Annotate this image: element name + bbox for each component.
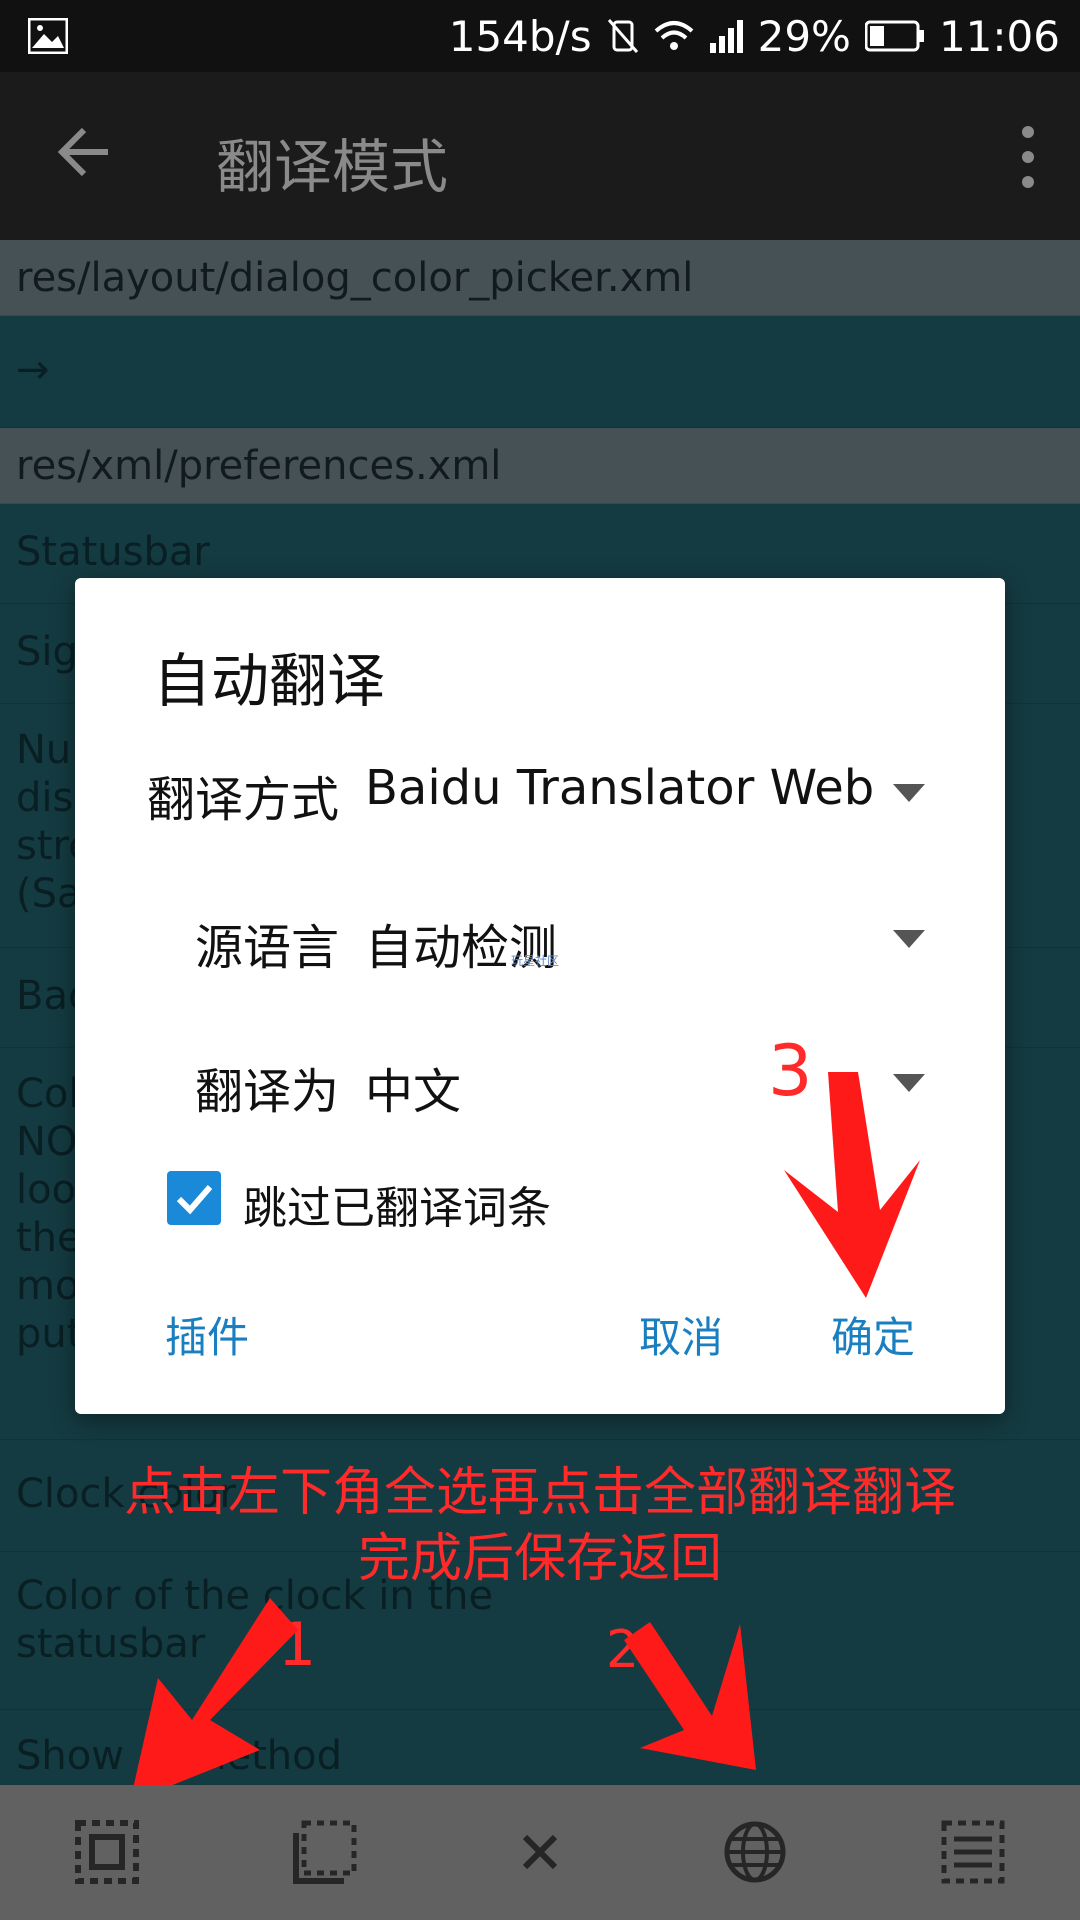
ok-button[interactable]: 确定 <box>831 1304 915 1365</box>
overflow-menu-icon[interactable] <box>1018 122 1038 192</box>
checkmark-icon <box>176 1185 213 1215</box>
globe-icon[interactable] <box>720 1817 790 1887</box>
method-select[interactable]: Baidu Translator Web <box>365 760 874 816</box>
source-language-label: 源语言 <box>195 920 340 976</box>
network-speed: 154b/s <box>448 11 592 61</box>
instruction-line-2: 完成后保存返回 <box>357 1529 722 1589</box>
plugin-button[interactable]: 插件 <box>165 1304 249 1365</box>
annotation-arrow-2 <box>624 1622 756 1770</box>
cancel-button[interactable]: 取消 <box>639 1304 723 1365</box>
status-right: 154b/s 29% 11:06 <box>449 10 1060 62</box>
method-dropdown-icon[interactable] <box>893 784 925 802</box>
instruction-line-1: 点击左下角全选再点击全部翻译翻译 <box>123 1463 956 1523</box>
battery-icon <box>864 20 924 52</box>
method-label: 翻译方式 <box>147 772 340 828</box>
target-language-label: 翻译为 <box>195 1064 340 1120</box>
list-select-icon[interactable] <box>938 1817 1008 1887</box>
clock: 11:06 <box>938 11 1060 61</box>
select-corner-icon[interactable] <box>290 1817 360 1887</box>
image-notification-icon <box>28 18 68 54</box>
battery-percent: 29% <box>757 11 851 61</box>
skip-translated-label: 跳过已翻译词条 <box>243 1183 551 1234</box>
close-icon[interactable] <box>505 1817 575 1887</box>
instruction-annotation: 点击左下角全选再点击全部翻译翻译 完成后保存返回 <box>20 1460 1060 1592</box>
signal-icon <box>709 20 743 53</box>
watermark: 玩星社区 <box>511 954 560 968</box>
annotation-arrow-1 <box>130 1598 298 1802</box>
bottom-toolbar <box>0 1785 1080 1920</box>
status-bar: 154b/s 29% 11:06 <box>0 0 1080 72</box>
select-all-icon[interactable] <box>72 1817 142 1887</box>
page-title: 翻译模式 <box>216 133 449 201</box>
annotation-arrow-3 <box>784 1072 920 1298</box>
source-dropdown-icon[interactable] <box>893 930 925 948</box>
dialog-title: 自动翻译 <box>153 647 386 715</box>
wifi-icon <box>654 21 693 50</box>
app-bar: 翻译模式 <box>0 72 1080 240</box>
back-arrow-icon[interactable] <box>56 124 112 180</box>
target-language-select[interactable]: 中文 <box>365 1052 461 1122</box>
vibrate-off-icon <box>607 19 638 53</box>
skip-translated-checkbox[interactable] <box>167 1171 221 1225</box>
